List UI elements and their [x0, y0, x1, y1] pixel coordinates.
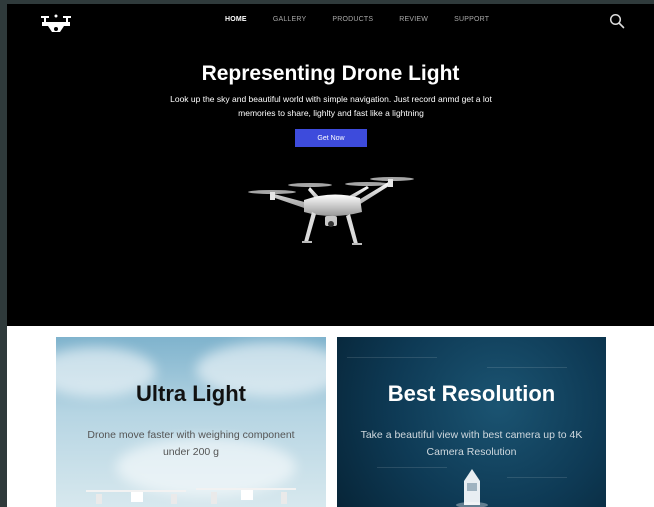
- boat-image: [456, 469, 488, 507]
- get-now-button[interactable]: Get Now: [295, 129, 367, 147]
- card-title: Ultra Light: [136, 381, 246, 406]
- nav-item-review[interactable]: REVIEW: [399, 16, 428, 23]
- feature-card-ultra-light: Ultra Light Drone move faster with weigh…: [56, 337, 326, 507]
- wave-decoration: [507, 477, 567, 478]
- drone-logo-icon[interactable]: [38, 14, 74, 36]
- page: HOME GALLERY PRODUCTS REVIEW SUPPORT Rep…: [7, 4, 654, 507]
- wave-decoration: [347, 357, 437, 358]
- card-title: Best Resolution: [387, 381, 556, 406]
- feature-card-best-resolution: Best Resolution Take a beautiful view wi…: [337, 337, 606, 507]
- wave-decoration: [377, 467, 447, 468]
- card-text: Take a beautiful view with best camera u…: [360, 429, 583, 458]
- nav-item-gallery[interactable]: GALLERY: [273, 16, 307, 23]
- drones-image: [86, 488, 296, 504]
- main-nav: HOME GALLERY PRODUCTS REVIEW SUPPORT: [225, 16, 515, 23]
- nav-item-home[interactable]: HOME: [225, 16, 247, 23]
- nav-item-support[interactable]: SUPPORT: [454, 16, 489, 23]
- card-text: Drone move faster with weighing componen…: [87, 429, 295, 458]
- hero-title: Representing Drone Light: [201, 62, 460, 85]
- wave-decoration: [487, 367, 567, 368]
- hero-description: Look up the sky and beautiful world with…: [170, 94, 492, 118]
- hero-section: HOME GALLERY PRODUCTS REVIEW SUPPORT Rep…: [7, 4, 654, 326]
- nav-item-products[interactable]: PRODUCTS: [332, 16, 373, 23]
- drone-image: [248, 177, 414, 245]
- search-icon[interactable]: [609, 13, 625, 29]
